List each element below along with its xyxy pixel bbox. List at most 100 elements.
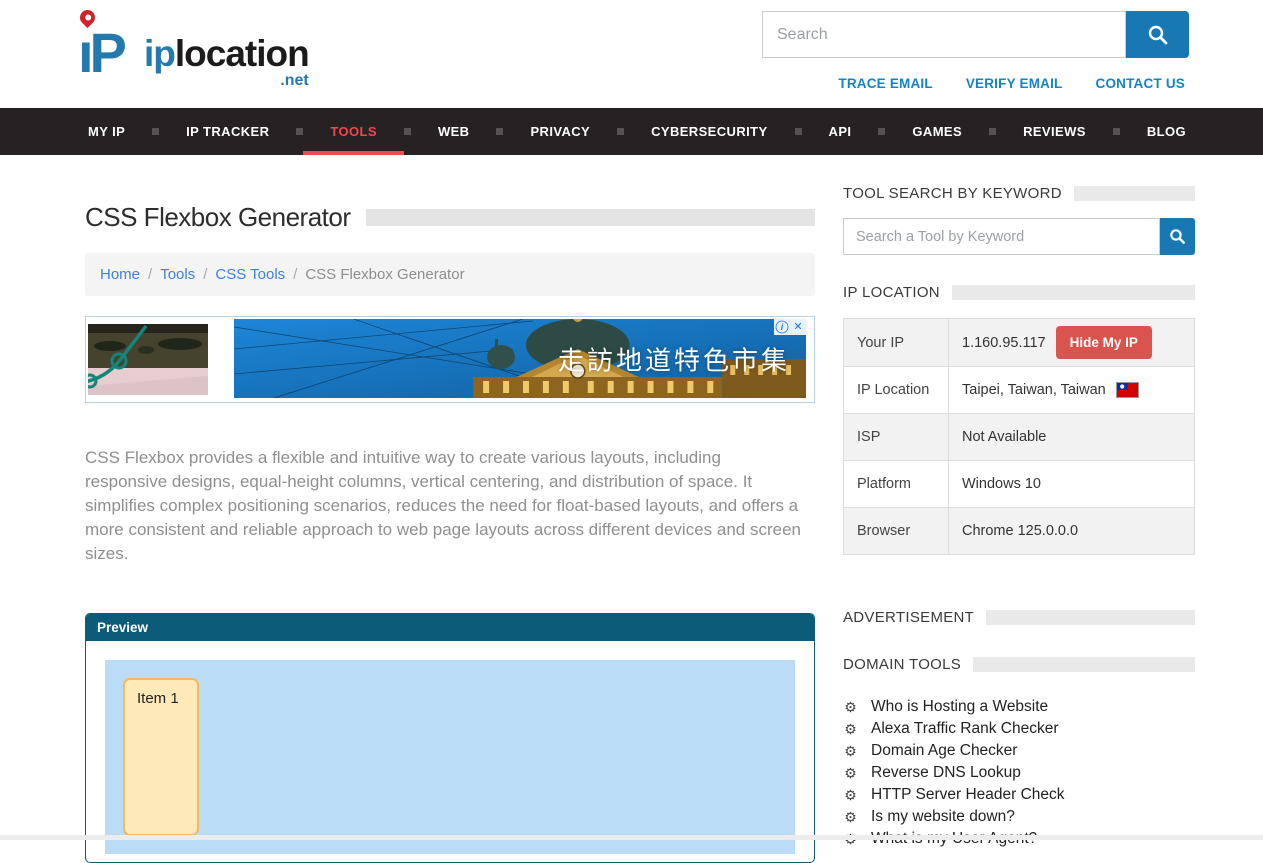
logo-ip-glyph: ıP: [78, 28, 123, 78]
breadcrumb-separator: /: [148, 266, 152, 283]
ad-controls: i ✕: [774, 319, 806, 335]
header-decorative-bar: [986, 610, 1195, 625]
ip-row-label: IP Location: [844, 367, 949, 413]
ad-main-image: 走訪地道特色市集 i ✕: [234, 319, 806, 398]
header-link-contact-us[interactable]: CONTACT US: [1096, 76, 1186, 91]
nav-item-label: PRIVACY: [530, 124, 590, 139]
nav-separator: [1113, 128, 1120, 135]
site-logo[interactable]: ıP iplocation .net: [78, 10, 309, 80]
nav-separator: [404, 128, 411, 135]
gear-icon: ⚙: [843, 810, 858, 824]
domain-tool-item[interactable]: ⚙Who is Hosting a Website: [843, 696, 1195, 718]
nav-item-label: WEB: [438, 124, 470, 139]
ip-value-text: Chrome 125.0.0.0: [962, 523, 1078, 539]
nav-item-api[interactable]: API: [802, 108, 879, 155]
nav-separator: [617, 128, 624, 135]
nav-separator: [989, 128, 996, 135]
ip-row-value: Windows 10: [949, 461, 1194, 507]
ip-row-value: Not Available: [949, 414, 1194, 460]
nav-item-cybersecurity[interactable]: CYBERSECURITY: [624, 108, 794, 155]
nav-item-label: MY IP: [88, 124, 125, 139]
flexbox-preview-container: Item 1: [105, 660, 795, 854]
domain-tool-label: HTTP Server Header Check: [871, 786, 1065, 804]
tool-search: [843, 218, 1195, 255]
flexbox-preview-item: Item 1: [123, 678, 199, 836]
domain-tools-title: DOMAIN TOOLS: [843, 656, 961, 673]
nav-separator: [795, 128, 802, 135]
ip-value-text: Windows 10: [962, 476, 1041, 492]
preview-panel-header: Preview: [86, 614, 814, 641]
header-link-verify-email[interactable]: VERIFY EMAIL: [966, 76, 1063, 91]
nav-item-label: IP TRACKER: [186, 124, 269, 139]
header-link-trace-email[interactable]: TRACE EMAIL: [838, 76, 932, 91]
ad-info-icon[interactable]: i: [776, 321, 789, 334]
tool-description: CSS Flexbox provides a flexible and intu…: [85, 446, 801, 566]
ad-thumbnail-image: [88, 324, 208, 395]
nav-separator: [878, 128, 885, 135]
ad-close-icon[interactable]: ✕: [790, 319, 806, 335]
ip-row-value: 1.160.95.117 Hide My IP: [949, 319, 1194, 366]
content-area: CSS Flexbox Generator Home / Tools / CSS Too…: [0, 155, 1263, 863]
nav-item-games[interactable]: GAMES: [885, 108, 989, 155]
header-search-button[interactable]: [1126, 11, 1189, 58]
ip-value-text: 1.160.95.117: [962, 335, 1046, 351]
nav-separator: [152, 128, 159, 135]
domain-tool-item[interactable]: ⚙ HTTP Server Header Check: [843, 784, 1195, 806]
preview-panel-body: Item 1: [86, 641, 814, 863]
nav-item-label: CYBERSECURITY: [651, 124, 767, 139]
nav-item-label: TOOLS: [330, 124, 377, 139]
tool-search-button[interactable]: [1160, 218, 1195, 255]
page-title: CSS Flexbox Generator: [85, 202, 351, 233]
ip-table-row: Platform Windows 10: [844, 460, 1194, 507]
domain-tool-item[interactable]: ⚙Alexa Traffic Rank Checker: [843, 718, 1195, 740]
header-search-input[interactable]: [762, 11, 1126, 58]
domain-tool-item[interactable]: ⚙ Is my website down?: [843, 806, 1195, 828]
search-icon: [1147, 24, 1169, 46]
breadcrumb-link-css-tools[interactable]: CSS Tools: [215, 266, 285, 283]
nav-item-my-ip[interactable]: MY IP: [85, 108, 152, 155]
nav-item-label: API: [829, 124, 852, 139]
ad-banner[interactable]: 走訪地道特色市集 i ✕: [85, 316, 815, 403]
nav-item-blog[interactable]: BLOG: [1120, 108, 1213, 155]
domain-tool-label: Reverse DNS Lookup: [871, 764, 1021, 782]
logo-text: iplocation .net: [144, 35, 309, 80]
nav-item-label: REVIEWS: [1023, 124, 1086, 139]
ip-table-row: IP LocationTaipei, Taiwan, Taiwan: [844, 366, 1194, 413]
taiwan-flag-icon: [1116, 382, 1139, 398]
logo-text-net: .net: [280, 73, 308, 89]
header-decorative-bar: [973, 657, 1195, 672]
ip-table-row: ISP Not Available: [844, 413, 1194, 460]
nav-item-tools[interactable]: TOOLS: [303, 108, 404, 155]
title-decorative-bar: [366, 209, 815, 226]
domain-tool-label: Who is Hosting a Website: [871, 698, 1048, 716]
bottom-strip: [0, 835, 1263, 840]
domain-tools-header: DOMAIN TOOLS: [843, 656, 1195, 673]
nav-item-web[interactable]: WEB: [411, 108, 497, 155]
tool-search-header: TOOL SEARCH BY KEYWORD: [843, 185, 1195, 202]
hide-my-ip-button[interactable]: Hide My IP: [1056, 326, 1152, 359]
main-column: CSS Flexbox Generator Home / Tools / CSS Too…: [85, 155, 815, 863]
tool-search-title: TOOL SEARCH BY KEYWORD: [843, 185, 1062, 202]
ip-row-value: Chrome 125.0.0.0: [949, 508, 1194, 554]
breadcrumb-link-tools[interactable]: Tools: [160, 266, 195, 283]
breadcrumb-separator: /: [293, 266, 297, 283]
ip-row-label: Your IP: [844, 319, 949, 366]
breadcrumb-link-home[interactable]: Home: [100, 266, 140, 283]
tool-search-input[interactable]: [843, 218, 1160, 255]
domain-tool-item[interactable]: ⚙Domain Age Checker: [843, 740, 1195, 762]
nav-item-ip-tracker[interactable]: IP TRACKER: [159, 108, 296, 155]
sidebar: TOOL SEARCH BY KEYWORD IP LOCATION Your …: [843, 185, 1195, 863]
domain-tool-label: Is my website down?: [871, 808, 1015, 826]
ip-value-text: Not Available: [962, 429, 1046, 445]
breadcrumb: Home/Tools/CSS Tools/CSS Flexbox Generat…: [85, 253, 815, 296]
nav-item-reviews[interactable]: REVIEWS: [996, 108, 1113, 155]
logo-text-ip: ip: [144, 33, 175, 74]
ip-row-label: Browser: [844, 508, 949, 554]
domain-tool-item[interactable]: ⚙Reverse DNS Lookup: [843, 762, 1195, 784]
domain-tool-label: Alexa Traffic Rank Checker: [871, 720, 1059, 738]
ip-row-label: ISP: [844, 414, 949, 460]
nav-active-underline: [303, 151, 404, 155]
nav-item-privacy[interactable]: PRIVACY: [503, 108, 617, 155]
gear-icon: ⚙: [843, 788, 858, 802]
ip-row-label: Platform: [844, 461, 949, 507]
